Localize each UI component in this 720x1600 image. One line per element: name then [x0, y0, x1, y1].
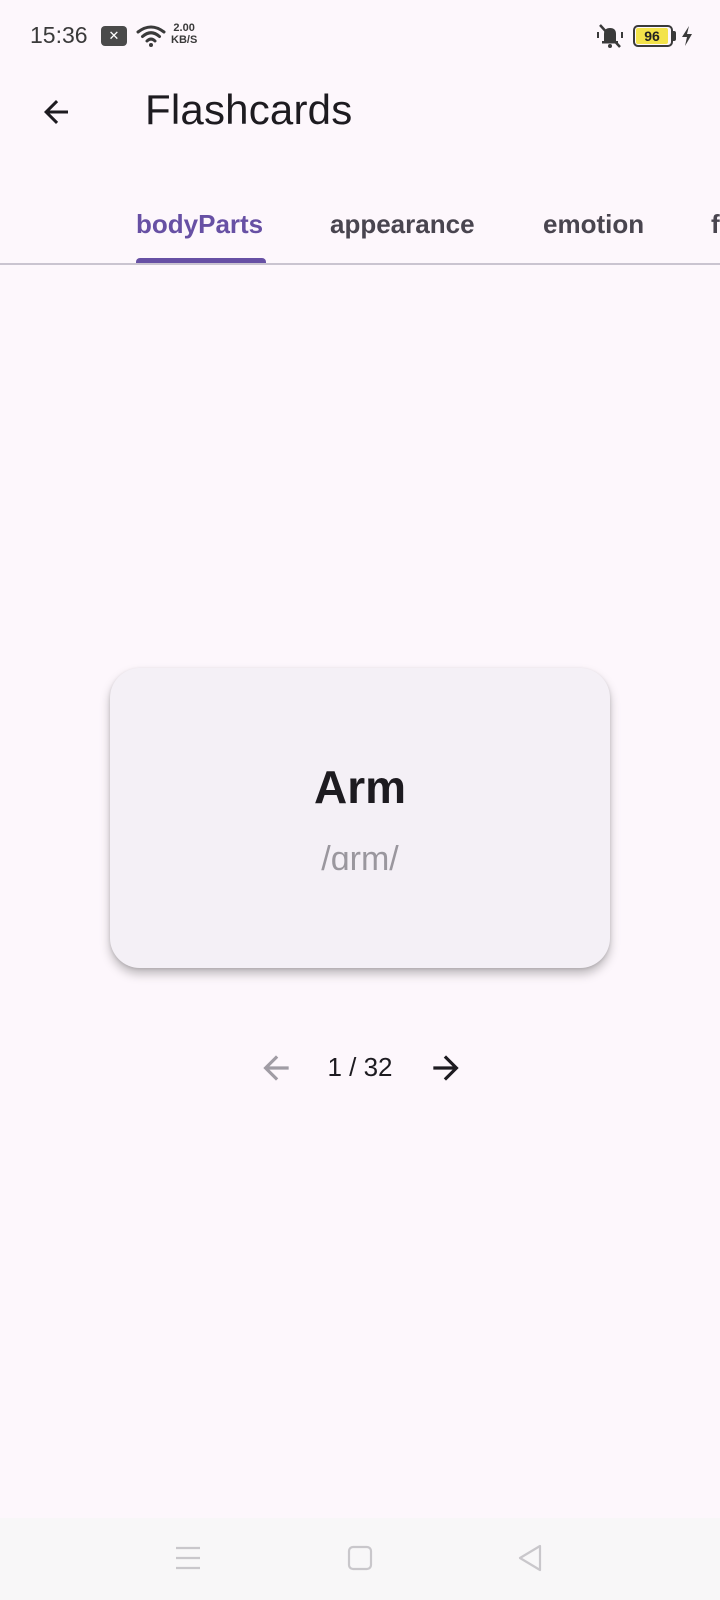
recents-button[interactable] [168, 1538, 208, 1578]
page-indicator: 1 / 32 [327, 1052, 393, 1082]
tab-bodyparts[interactable]: bodyParts [136, 185, 263, 263]
card-pager: 1 / 32 [0, 1042, 720, 1092]
flashcards-screen: 15:36 ✕ 2.00 KB/S 96 Flashcards bodyPart… [0, 0, 720, 1600]
card-phonetic: /ɑrm/ [321, 840, 399, 878]
battery-indicator: 96 [633, 25, 673, 47]
next-card-button[interactable] [424, 1046, 468, 1090]
close-badge-icon: ✕ [101, 26, 127, 46]
arrow-back-icon [263, 1055, 289, 1081]
network-speed: 2.00 KB/S [171, 22, 197, 46]
menu-icon [176, 1546, 200, 1570]
system-nav-bar [0, 1518, 720, 1600]
arrow-back-icon [44, 100, 68, 124]
flashcard[interactable]: Arm /ɑrm/ [110, 668, 610, 968]
network-speed-unit: KB/S [171, 34, 198, 46]
home-button[interactable] [340, 1538, 380, 1578]
tab-partial[interactable]: f [711, 185, 720, 263]
back-button[interactable] [28, 84, 84, 140]
battery-cap [673, 31, 676, 41]
network-speed-value: 2.00 [173, 22, 195, 34]
app-bar: Flashcards [0, 72, 720, 184]
battery-level: 96 [636, 28, 668, 44]
tab-emotion[interactable]: emotion [543, 185, 644, 263]
system-back-button[interactable] [510, 1538, 550, 1578]
page-title: Flashcards [145, 86, 353, 133]
triangle-back-icon [518, 1544, 542, 1572]
tab-appearance[interactable]: appearance [330, 185, 475, 263]
status-bar: 15:36 ✕ 2.00 KB/S 96 [0, 0, 720, 72]
previous-card-button[interactable] [254, 1046, 298, 1090]
arrow-forward-icon [433, 1055, 459, 1081]
tab-active-indicator [136, 258, 266, 263]
card-word: Arm [313, 761, 407, 813]
category-tabs: bodyParts appearance emotion f [0, 185, 720, 265]
square-home-icon [347, 1545, 373, 1571]
wifi-icon [136, 25, 166, 47]
bolt-icon [682, 26, 692, 46]
vibrate-off-icon [597, 24, 623, 48]
status-time: 15:36 [30, 22, 88, 48]
